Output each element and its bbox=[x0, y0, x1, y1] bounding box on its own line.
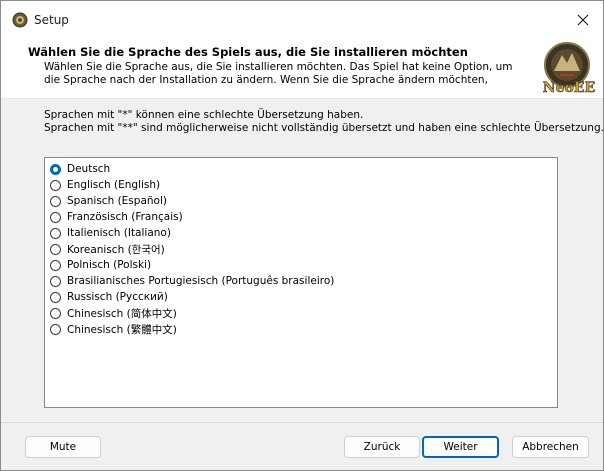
radio-button[interactable] bbox=[50, 211, 61, 223]
radio-button[interactable] bbox=[50, 275, 61, 287]
language-option-russian[interactable]: Russisch (Русский) bbox=[50, 289, 530, 305]
radio-button[interactable] bbox=[50, 179, 61, 191]
translation-note-2: Sprachen mit "**" sind möglicherweise ni… bbox=[44, 122, 604, 134]
language-option-chinese-traditional[interactable]: Chinesisch (繁體中文) bbox=[50, 321, 530, 337]
language-option-chinese-simplified[interactable]: Chinesisch (简体中文) bbox=[50, 305, 530, 321]
radio-button[interactable] bbox=[50, 163, 61, 175]
page-heading: Wählen Sie die Sprache des Spiels aus, d… bbox=[28, 45, 468, 59]
game-logo: NeoEE bbox=[540, 41, 598, 96]
language-option-spanish[interactable]: Spanisch (Español) bbox=[50, 193, 530, 209]
translation-note-1: Sprachen mit "*" können eine schlechte Ü… bbox=[44, 109, 364, 121]
footer-divider bbox=[1, 422, 603, 423]
language-list[interactable]: Deutsch Englisch (English) Spanisch (Esp… bbox=[44, 157, 558, 408]
radio-button[interactable] bbox=[50, 195, 61, 207]
mute-button[interactable]: Mute bbox=[25, 436, 101, 458]
next-button[interactable]: Weiter bbox=[422, 436, 499, 458]
title-bar[interactable]: Setup bbox=[1, 1, 603, 38]
cancel-button[interactable]: Abbrechen bbox=[512, 436, 589, 458]
language-option-korean[interactable]: Koreanisch (한국어) bbox=[50, 241, 530, 257]
setup-app-icon bbox=[12, 12, 28, 28]
language-label: Deutsch bbox=[67, 163, 111, 175]
language-label: Englisch (English) bbox=[67, 179, 161, 191]
radio-button[interactable] bbox=[50, 307, 61, 319]
radio-button[interactable] bbox=[50, 291, 61, 303]
radio-button[interactable] bbox=[50, 323, 61, 335]
language-label: Italienisch (Italiano) bbox=[67, 227, 171, 239]
language-label: Französisch (Français) bbox=[67, 211, 183, 223]
back-button[interactable]: Zurück bbox=[344, 436, 420, 458]
language-option-brazilian-portuguese[interactable]: Brasilianisches Portugiesisch (Português… bbox=[50, 273, 530, 289]
language-label: Russisch (Русский) bbox=[67, 291, 168, 303]
window-title: Setup bbox=[34, 13, 69, 27]
radio-button[interactable] bbox=[50, 259, 61, 271]
language-label: Koreanisch (한국어) bbox=[67, 243, 165, 256]
close-icon bbox=[577, 14, 589, 26]
language-label: Polnisch (Polski) bbox=[67, 259, 152, 271]
language-label: Spanisch (Español) bbox=[67, 195, 167, 207]
language-label: Brasilianisches Portugiesisch (Português… bbox=[67, 275, 335, 287]
radio-button[interactable] bbox=[50, 243, 61, 255]
language-option-italian[interactable]: Italienisch (Italiano) bbox=[50, 225, 530, 241]
language-label: Chinesisch (繁體中文) bbox=[67, 323, 177, 336]
setup-window: Setup Wählen Sie die Sprache des Spiels … bbox=[0, 0, 604, 471]
language-option-french[interactable]: Französisch (Français) bbox=[50, 209, 530, 225]
language-option-polish[interactable]: Polnisch (Polski) bbox=[50, 257, 530, 273]
page-description: Wählen Sie die Sprache aus, die Sie inst… bbox=[44, 61, 513, 88]
language-label: Chinesisch (简体中文) bbox=[67, 307, 177, 320]
header-panel: Wählen Sie die Sprache des Spiels aus, d… bbox=[1, 38, 603, 99]
close-button[interactable] bbox=[570, 9, 596, 31]
language-option-deutsch[interactable]: Deutsch bbox=[50, 161, 530, 177]
logo-text: NeoEE bbox=[543, 80, 595, 95]
language-option-english[interactable]: Englisch (English) bbox=[50, 177, 530, 193]
radio-button[interactable] bbox=[50, 227, 61, 239]
